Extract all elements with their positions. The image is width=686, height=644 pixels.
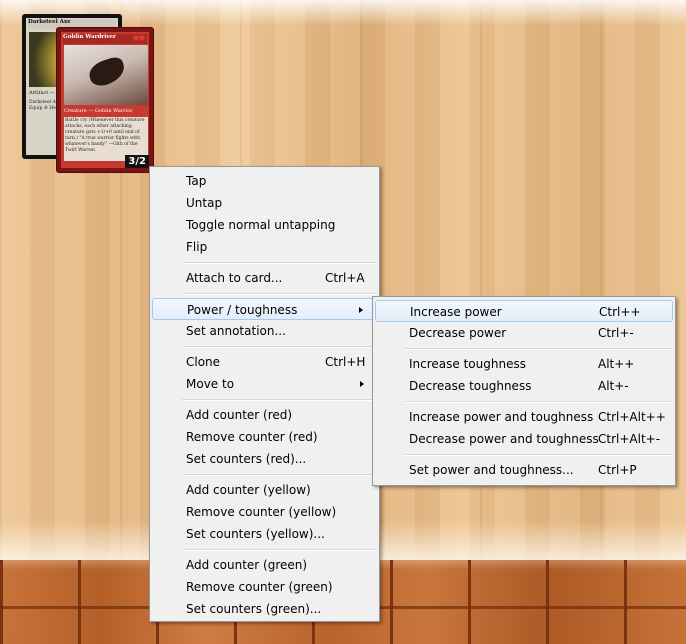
menu-item-shortcut: Ctrl++ [599, 305, 641, 319]
menu-item-label: Clone [186, 355, 221, 369]
menu-item-label: Decrease power and toughness [409, 432, 599, 446]
menu-item-shortcut: Ctrl+H [325, 355, 366, 369]
menu-item-clone[interactable]: Clone Ctrl+H [152, 351, 377, 373]
menu-item-flip[interactable]: Flip [152, 236, 377, 258]
menu-item-label: Untap [186, 196, 223, 210]
card-art [64, 45, 148, 105]
menu-item-shortcut: Alt+- [598, 379, 629, 393]
menu-item-set-counters-green[interactable]: Set counters (green)... [152, 598, 377, 620]
menu-item-decrease-toughness[interactable]: Decrease toughness Alt+- [375, 375, 673, 397]
menu-item-set-counters-red[interactable]: Set counters (red)... [152, 448, 377, 470]
menu-separator [182, 293, 376, 295]
menu-item-label: Remove counter (green) [186, 580, 333, 594]
card-type-line: Creature — Goblin Warrior [64, 108, 133, 114]
menu-item-label: Move to [186, 377, 235, 391]
menu-separator [182, 474, 376, 476]
submenu-arrow-icon [359, 307, 363, 313]
menu-item-add-counter-green[interactable]: Add counter (green) [152, 554, 377, 576]
menu-item-decrease-power-and-toughness[interactable]: Decrease power and toughness Ctrl+Alt+- [375, 428, 673, 450]
menu-item-label: Remove counter (red) [186, 430, 318, 444]
menu-item-increase-power[interactable]: Increase power Ctrl++ [375, 300, 673, 322]
menu-item-label: Set counters (red)... [186, 452, 307, 466]
menu-item-increase-power-and-toughness[interactable]: Increase power and toughness Ctrl+Alt++ [375, 406, 673, 428]
menu-item-label: Set counters (yellow)... [186, 527, 325, 541]
menu-separator [182, 262, 376, 264]
menu-item-label: Add counter (red) [186, 408, 293, 422]
menu-item-set-annotation[interactable]: Set annotation... [152, 320, 377, 342]
menu-item-label: Add counter (green) [186, 558, 308, 572]
menu-item-shortcut: Ctrl+Alt++ [598, 410, 666, 424]
menu-item-label: Tap [186, 174, 207, 188]
card-context-menu: Tap Untap Toggle normal untapping Flip A… [149, 166, 380, 622]
menu-item-power-toughness[interactable]: Power / toughness [152, 298, 377, 320]
menu-item-shortcut: Alt++ [598, 357, 635, 371]
menu-item-label: Set power and toughness... [409, 463, 574, 477]
menu-item-add-counter-red[interactable]: Add counter (red) [152, 404, 377, 426]
menu-item-label: Increase toughness [409, 357, 526, 371]
menu-item-label: Set counters (green)... [186, 602, 322, 616]
menu-item-label: Increase power and toughness [409, 410, 594, 424]
menu-item-shortcut: Ctrl+A [325, 271, 365, 285]
menu-separator [405, 454, 672, 456]
menu-item-shortcut: Ctrl+- [598, 326, 634, 340]
menu-item-tap[interactable]: Tap [152, 170, 377, 192]
menu-item-set-power-and-toughness[interactable]: Set power and toughness... Ctrl+P [375, 459, 673, 481]
menu-item-set-counters-yellow[interactable]: Set counters (yellow)... [152, 523, 377, 545]
menu-item-label: Attach to card... [186, 271, 283, 285]
menu-item-label: Remove counter (yellow) [186, 505, 337, 519]
power-toughness-submenu: Increase power Ctrl++ Decrease power Ctr… [372, 296, 676, 486]
menu-separator [182, 549, 376, 551]
menu-item-label: Increase power [410, 305, 502, 319]
menu-item-label: Flip [186, 240, 208, 254]
menu-item-shortcut: Ctrl+Alt+- [598, 432, 661, 446]
submenu-arrow-icon [360, 381, 364, 387]
menu-item-label: Decrease toughness [409, 379, 532, 393]
card-goblin-wardriver[interactable]: Goblin Wardriver Creature — Goblin Warri… [56, 27, 154, 173]
mana-cost-icon [133, 35, 145, 41]
menu-separator [405, 348, 672, 350]
power-toughness-badge: 3/2 [125, 155, 149, 168]
menu-item-untap[interactable]: Untap [152, 192, 377, 214]
menu-item-increase-toughness[interactable]: Increase toughness Alt++ [375, 353, 673, 375]
menu-separator [182, 346, 376, 348]
menu-item-shortcut: Ctrl+P [598, 463, 637, 477]
menu-item-move-to[interactable]: Move to [152, 373, 377, 395]
menu-item-add-counter-yellow[interactable]: Add counter (yellow) [152, 479, 377, 501]
menu-item-remove-counter-yellow[interactable]: Remove counter (yellow) [152, 501, 377, 523]
menu-item-label: Add counter (yellow) [186, 483, 311, 497]
menu-item-remove-counter-red[interactable]: Remove counter (red) [152, 426, 377, 448]
menu-separator [182, 399, 376, 401]
menu-item-label: Power / toughness [187, 303, 298, 317]
menu-item-toggle-normal-untapping[interactable]: Toggle normal untapping [152, 214, 377, 236]
menu-item-label: Toggle normal untapping [186, 218, 336, 232]
menu-separator [405, 401, 672, 403]
menu-item-decrease-power[interactable]: Decrease power Ctrl+- [375, 322, 673, 344]
menu-item-label: Decrease power [409, 326, 507, 340]
menu-item-attach-to-card[interactable]: Attach to card... Ctrl+A [152, 267, 377, 289]
menu-item-label: Set annotation... [186, 324, 286, 338]
menu-item-remove-counter-green[interactable]: Remove counter (green) [152, 576, 377, 598]
